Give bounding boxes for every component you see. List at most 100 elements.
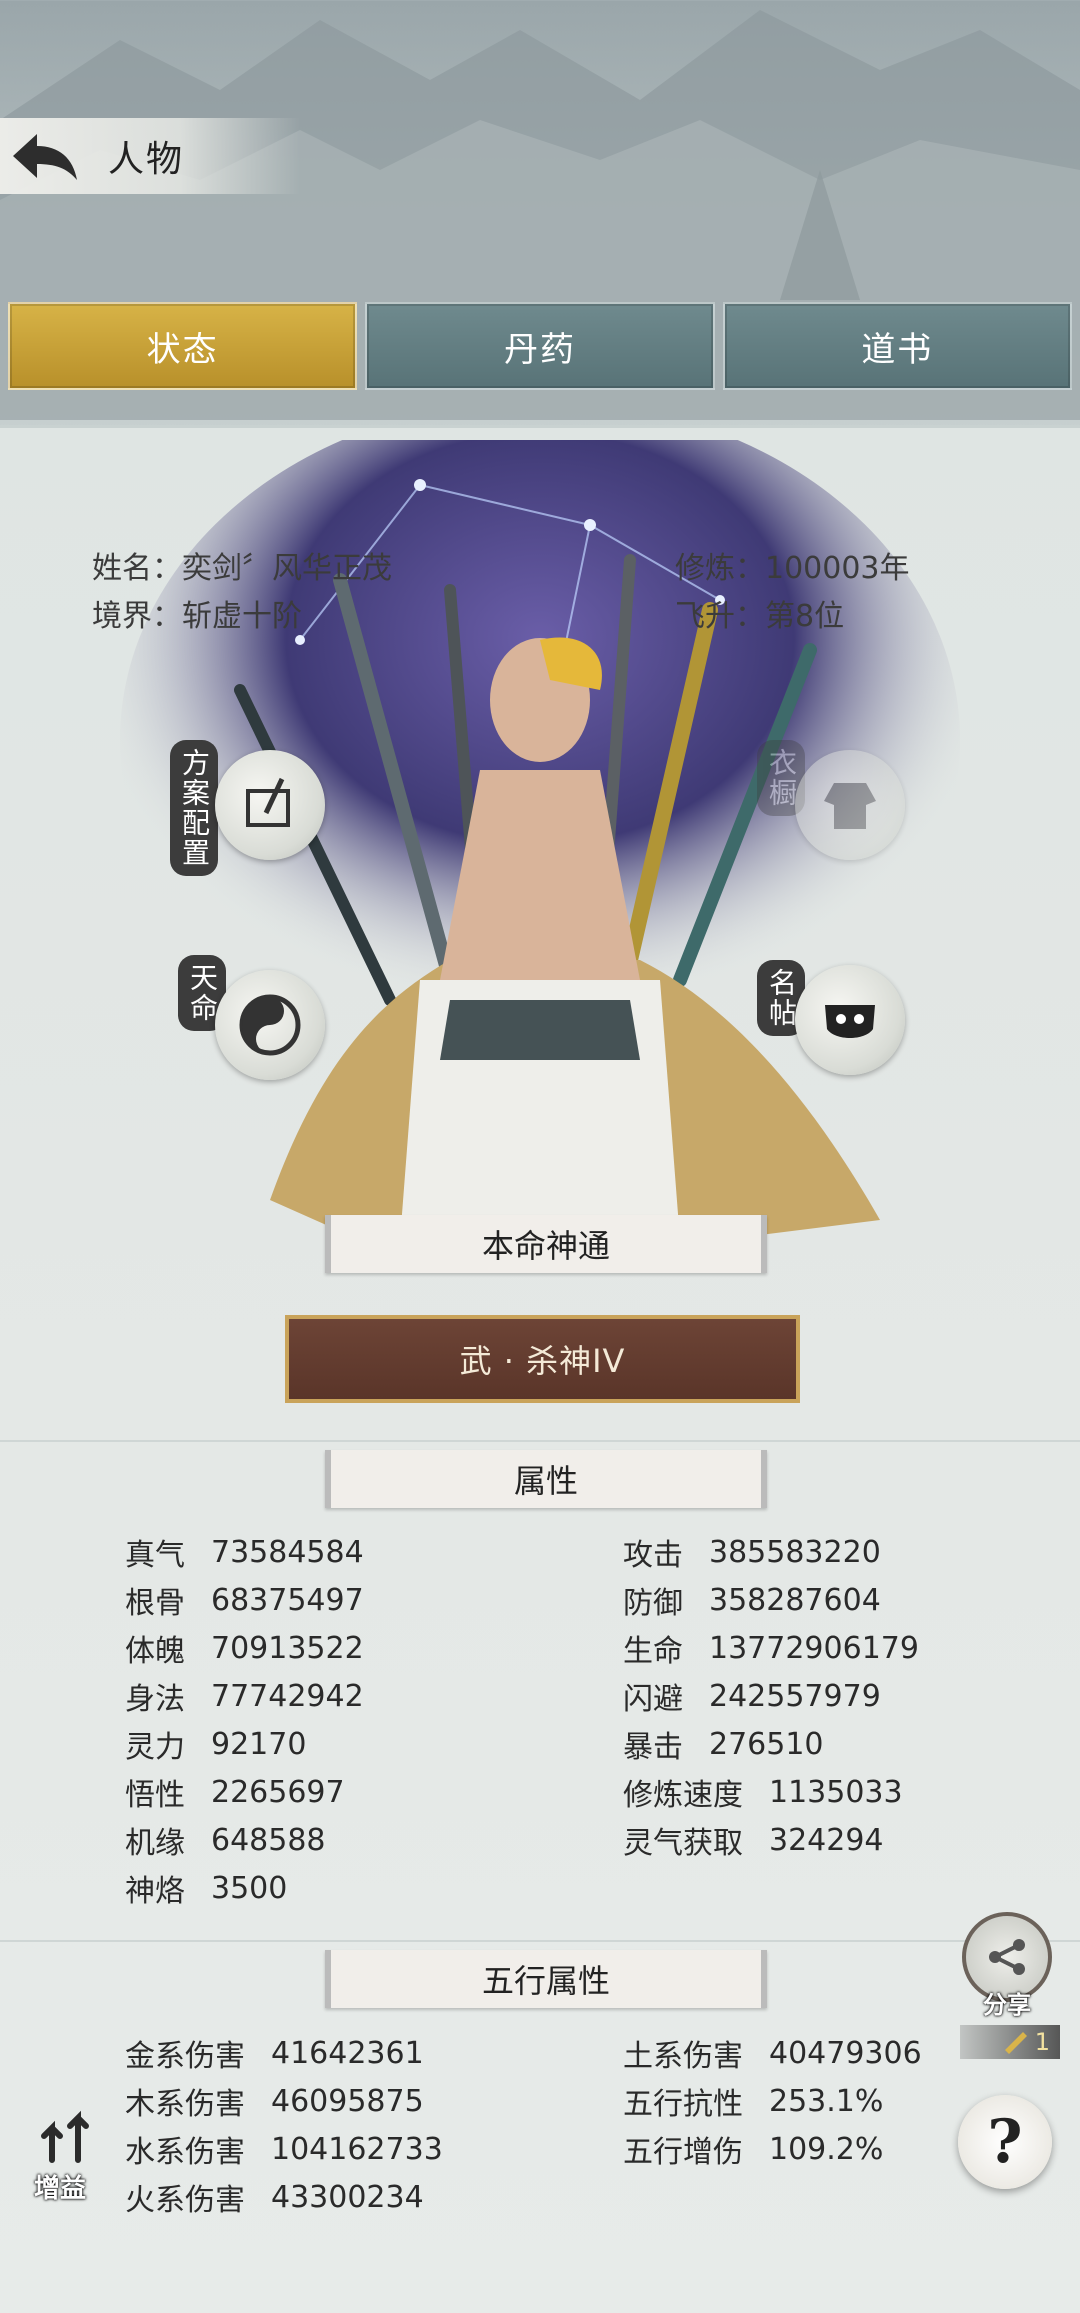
ticket-counter: 1	[960, 2025, 1060, 2059]
name-card-button[interactable]	[795, 965, 905, 1075]
tab-status[interactable]: 状态	[8, 302, 358, 390]
stat-label: 生命	[623, 1634, 683, 1669]
profile-right: 修炼：100003年 飞升：第8位	[675, 545, 910, 641]
ticket-icon	[1004, 2032, 1027, 2054]
stat-label: 根骨	[125, 1586, 185, 1621]
divider	[0, 1440, 1080, 1442]
stat-row: 神烙 3500	[125, 1864, 364, 1912]
stat-row: 体魄 70913522	[125, 1624, 364, 1672]
stat-label: 金系伤害	[125, 2039, 245, 2074]
character-realm: 斩虚十阶	[182, 599, 302, 634]
back-arrow-icon	[13, 134, 77, 180]
stat-label: 修炼速度	[623, 1778, 743, 1813]
stat-row: 灵力 92170	[125, 1720, 364, 1768]
stat-row: 攻击 385583220	[623, 1528, 919, 1576]
share-icon	[989, 1939, 1025, 1975]
stat-label: 灵气获取	[623, 1826, 743, 1861]
attributes-right: 攻击 385583220 防御 358287604 生命 13772906179 闪避…	[623, 1528, 919, 1864]
stat-label: 机缘	[125, 1826, 185, 1861]
stat-value: 70913522	[211, 1630, 364, 1666]
stat-value: 13772906179	[709, 1630, 919, 1666]
stat-label: 神烙	[125, 1874, 185, 1909]
stat-value: 68375497	[211, 1582, 364, 1618]
tab-books[interactable]: 道书	[722, 302, 1072, 390]
stat-value: 324294	[769, 1822, 884, 1858]
attributes-section-title: 属性	[325, 1450, 767, 1508]
stat-label: 火系伤害	[125, 2183, 245, 2218]
stat-label: 五行抗性	[623, 2087, 743, 2122]
elements-left: 金系伤害 41642361 木系伤害 46095875 水系伤害 104162733 …	[125, 2029, 443, 2221]
mask-icon	[825, 1005, 875, 1038]
stat-value: 648588	[211, 1822, 326, 1858]
stat-label: 体魄	[125, 1634, 185, 1669]
stat-row: 生命 13772906179	[623, 1624, 919, 1672]
stat-label: 土系伤害	[623, 2039, 743, 2074]
stat-row: 水系伤害 104162733	[125, 2125, 443, 2173]
stat-row: 木系伤害 46095875	[125, 2077, 443, 2125]
scroll-brush-icon	[246, 777, 290, 827]
elements-section-title: 五行属性	[325, 1950, 767, 2008]
stat-value: 3500	[211, 1870, 288, 1906]
stat-label: 五行增伤	[623, 2135, 743, 2170]
stat-row: 悟性 2265697	[125, 1768, 364, 1816]
name-label: 姓名：	[92, 551, 182, 586]
stat-label: 水系伤害	[125, 2135, 245, 2170]
stat-row: 根骨 68375497	[125, 1576, 364, 1624]
arrows-up-icon	[41, 2110, 89, 2163]
stat-row: 暴击 276510	[623, 1720, 919, 1768]
share-label: 分享	[983, 1991, 1031, 2019]
natal-section-title: 本命神通	[325, 1215, 767, 1273]
stat-value: 104162733	[271, 2131, 443, 2167]
ascension-label: 飞升：	[675, 599, 765, 634]
stat-label: 悟性	[125, 1778, 185, 1813]
stat-value: 92170	[211, 1726, 307, 1762]
stat-value: 73584584	[211, 1534, 364, 1570]
stat-row: 灵气获取 324294	[623, 1816, 919, 1864]
stat-value: 276510	[709, 1726, 824, 1762]
back-button[interactable]	[0, 118, 90, 194]
stat-row: 火系伤害 43300234	[125, 2173, 443, 2221]
tab-pills[interactable]: 丹药	[365, 302, 715, 390]
character-name: 奕剑〞风华正茂	[182, 551, 392, 586]
cultivation-label: 修炼：	[675, 551, 765, 586]
stat-value: 242557979	[709, 1678, 881, 1714]
stat-value: 1135033	[769, 1774, 903, 1810]
stat-value: 358287604	[709, 1582, 881, 1618]
cultivation-years: 100003年	[765, 551, 910, 586]
ticket-count: 1	[1034, 2028, 1050, 2056]
realm-label: 境界：	[92, 599, 182, 634]
profile-left: 姓名：奕剑〞风华正茂 境界：斩虚十阶	[92, 545, 392, 641]
divider	[0, 1940, 1080, 1942]
stat-value: 2265697	[211, 1774, 345, 1810]
stat-label: 木系伤害	[125, 2087, 245, 2122]
fate-button[interactable]	[215, 970, 325, 1080]
stat-label: 攻击	[623, 1538, 683, 1573]
stat-label: 灵力	[125, 1730, 185, 1765]
robe-icon	[824, 783, 876, 829]
plan-config-button[interactable]	[215, 750, 325, 860]
help-button[interactable]: ?	[958, 2095, 1052, 2189]
stat-row: 金系伤害 41642361	[125, 2029, 443, 2077]
stat-row: 闪避 242557979	[623, 1672, 919, 1720]
stat-value: 40479306	[769, 2035, 922, 2071]
stat-row: 防御 358287604	[623, 1576, 919, 1624]
stat-label: 暴击	[623, 1730, 683, 1765]
buff-label: 增益	[34, 2174, 87, 2204]
stat-value: 43300234	[271, 2179, 424, 2215]
stat-row: 五行抗性 253.1%	[623, 2077, 922, 2125]
stat-label: 闪避	[623, 1682, 683, 1717]
natal-skill-button[interactable]: 武 · 杀神IV	[285, 1315, 800, 1403]
stat-row: 身法 77742942	[125, 1672, 364, 1720]
wardrobe-button[interactable]	[795, 750, 905, 860]
stat-row: 修炼速度 1135033	[623, 1768, 919, 1816]
stat-value: 253.1%	[769, 2083, 884, 2119]
stat-row: 土系伤害 40479306	[623, 2029, 922, 2077]
stat-value: 46095875	[271, 2083, 424, 2119]
stat-value: 109.2%	[769, 2131, 884, 2167]
elements-right: 土系伤害 40479306 五行抗性 253.1% 五行增伤 109.2%	[623, 2029, 922, 2173]
tab-bar: 状态 丹药 道书	[8, 302, 1072, 394]
stat-row: 机缘 648588	[125, 1816, 364, 1864]
page-title: 人物	[108, 139, 185, 180]
stat-label: 真气	[125, 1538, 185, 1573]
yin-yang-icon	[239, 994, 301, 1056]
